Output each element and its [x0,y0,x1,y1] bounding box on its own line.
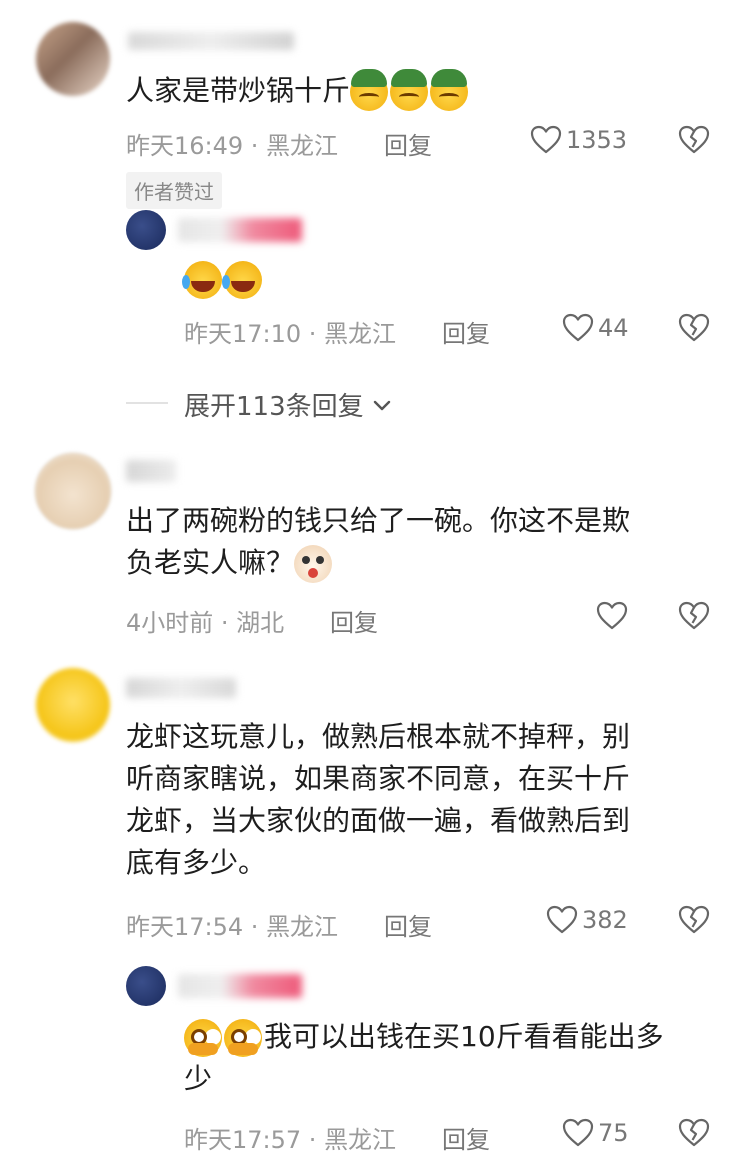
like-count: 75 [598,1119,629,1147]
helmet-emoji [430,69,469,111]
expand-divider [126,402,168,404]
meta-separator: · [243,132,267,160]
reply-text-line-1: 我可以出钱在买10斤看看能出多 [184,1016,724,1058]
comment-location: 黑龙江 [266,913,339,941]
dog-emoji [294,545,333,583]
pleading-emoji [224,1019,262,1057]
avatar[interactable] [36,22,110,96]
comment-text: 龙虾这玩意儿，做熟后根本就不掉秤，别 听商家瞎说，如果商家不同意，在买十斤 龙虾… [126,716,726,884]
like-button[interactable]: 1353 [530,124,627,156]
reply-button[interactable]: 回复 [442,1120,490,1155]
like-count: 1353 [566,126,628,154]
reply-button[interactable]: 回复 [384,907,432,942]
reply-text: 我可以出钱在买10斤看看能出多 少 [184,1016,724,1100]
laugh-cry-emoji [222,261,262,299]
comment-text-line: 龙虾这玩意儿，做熟后根本就不掉秤，别 [126,720,631,753]
reply-location: 黑龙江 [324,320,397,348]
meta-separator: · [213,609,237,637]
comment-text-line: 负老实人嘛？ [126,546,295,579]
broken-heart-icon[interactable] [678,124,710,156]
avatar[interactable] [126,966,166,1006]
reply-time: 昨天17:57 [184,1126,302,1154]
reply-meta: 昨天17:10 · 黑龙江 [184,314,396,349]
broken-heart-icon[interactable] [678,600,710,632]
heart-outline-icon [530,124,562,156]
comment-time: 昨天17:54 [126,913,244,941]
helmet-emoji [390,69,429,111]
comment-meta: 4小时前 · 湖北 [126,603,284,638]
reply-button[interactable]: 回复 [384,126,432,161]
broken-heart-icon[interactable] [678,1117,710,1149]
comment-meta: 昨天16:49 · 黑龙江 [126,126,338,161]
comment-time: 昨天16:49 [126,132,244,160]
comment-text: 出了两碗粉的钱只给了一碗。你这不是欺 负老实人嘛？ [126,500,726,584]
chevron-down-icon [373,400,390,410]
username[interactable] [178,974,302,998]
heart-outline-icon [562,312,594,344]
expand-replies-button[interactable]: 展开113条回复 [184,386,394,423]
laugh-cry-emoji [182,261,222,299]
username[interactable] [128,32,294,50]
meta-separator: · [301,1126,325,1154]
reply-meta: 昨天17:57 · 黑龙江 [184,1120,396,1155]
like-button[interactable]: 44 [562,312,629,344]
comment-text-line: 龙虾，当大家伙的面做一遍，看做熟后到 [126,804,631,837]
meta-separator: · [243,913,267,941]
comment-text-line: 听商家瞎说，如果商家不同意，在买十斤 [126,762,631,795]
expand-label: 展开113条回复 [184,392,364,422]
avatar[interactable] [36,668,110,742]
reply-button[interactable]: 回复 [330,603,378,638]
avatar[interactable] [126,210,166,250]
comment-location: 湖北 [236,609,285,637]
broken-heart-icon[interactable] [678,904,710,936]
meta-separator: · [301,320,325,348]
reply-text-line: 少 [184,1062,213,1095]
reply-button[interactable]: 回复 [442,314,490,349]
comment-text-line: 出了两碗粉的钱只给了一碗。你这不是欺 [126,504,631,537]
comment-text-line: 底有多少。 [126,846,267,879]
like-count: 44 [598,314,629,342]
heart-outline-icon[interactable] [596,600,628,632]
author-liked-badge: 作者赞过 [126,172,222,209]
comment-text: 人家是带炒锅十斤 [126,69,470,112]
like-button[interactable]: 75 [562,1117,629,1149]
helmet-emoji [350,69,389,111]
reply-time: 昨天17:10 [184,320,302,348]
reply-location: 黑龙江 [324,1126,397,1154]
broken-heart-icon[interactable] [678,312,710,344]
comment-text-line-2: 负老实人嘛？ [126,542,726,584]
reply-text-line: 我可以出钱在买10斤看看能出多 [264,1020,664,1053]
pleading-emoji [184,1019,222,1057]
heart-outline-icon [546,904,578,936]
username[interactable] [126,678,236,698]
comment-meta: 昨天17:54 · 黑龙江 [126,907,338,942]
username[interactable] [126,460,176,482]
avatar[interactable] [34,452,112,530]
comment-location: 黑龙江 [266,132,339,160]
comment-time: 4小时前 [126,609,214,637]
heart-outline-icon [562,1117,594,1149]
like-count: 382 [582,906,628,934]
like-button[interactable]: 382 [546,904,628,936]
username[interactable] [178,218,302,242]
comment-text-body: 人家是带炒锅十斤 [126,74,351,107]
reply-text [182,258,264,300]
